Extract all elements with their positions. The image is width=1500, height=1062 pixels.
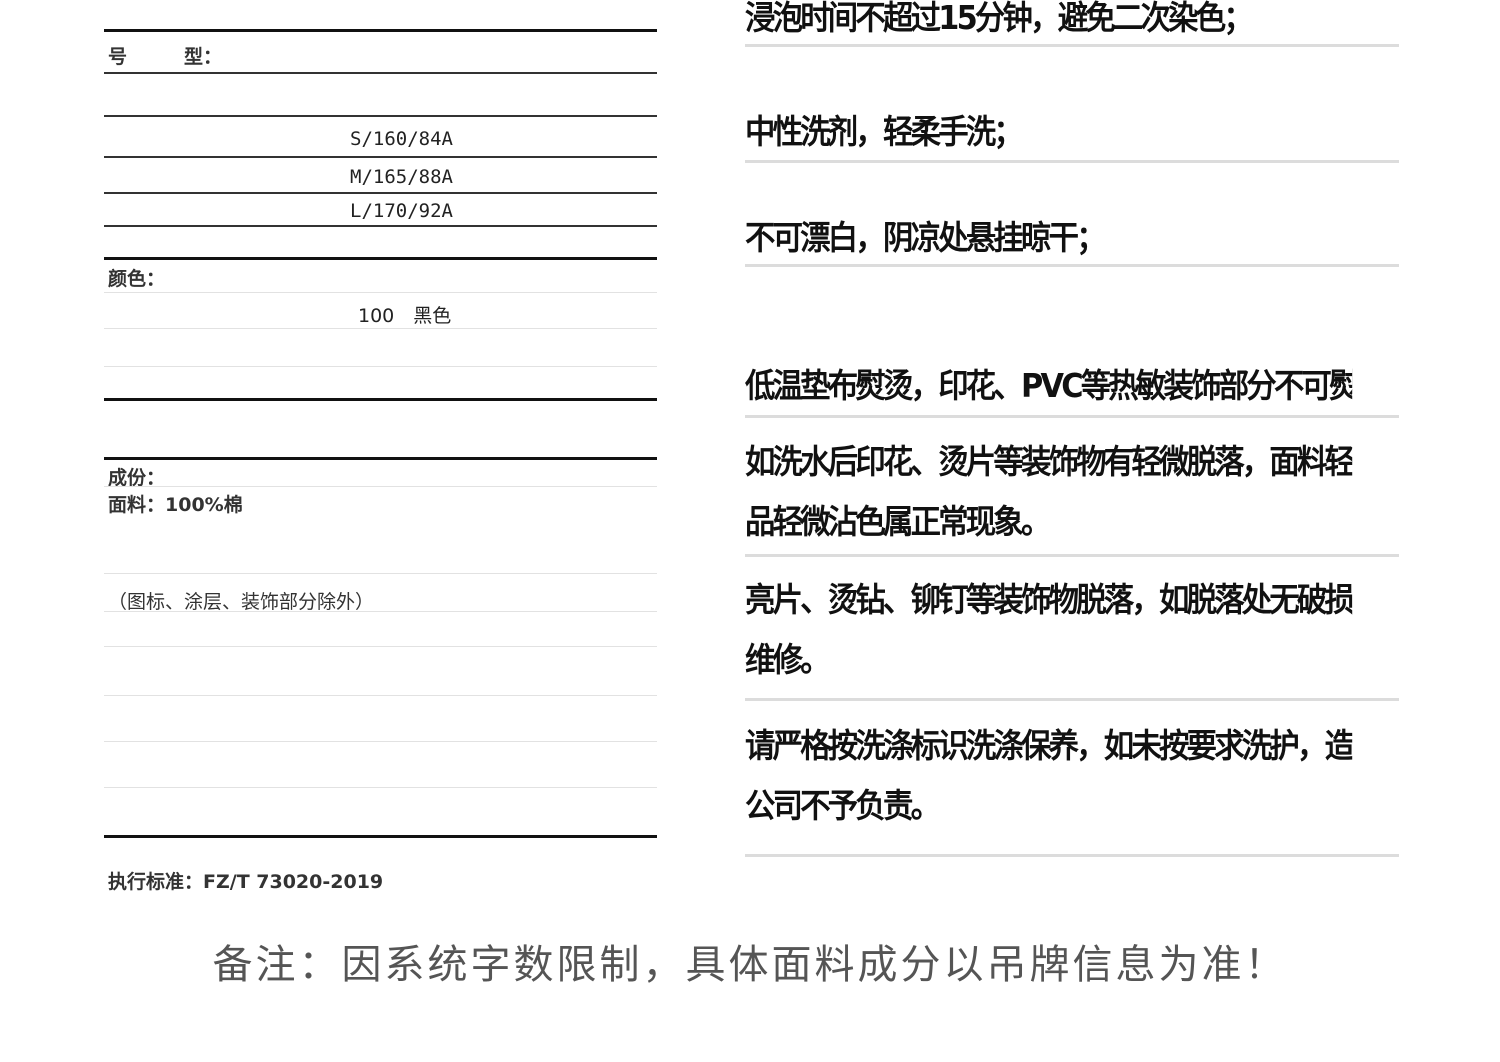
divider — [104, 156, 657, 158]
care-line: 浸泡时间不超过15分钟，避免二次染色； — [745, 0, 1254, 37]
divider — [104, 192, 657, 194]
divider — [104, 835, 657, 838]
divider — [745, 264, 1399, 267]
care-line: 低温垫布熨烫，印花、PVC等热敏装饰部分不可熨烫； — [745, 366, 1353, 405]
care-item: 如洗水后印花、烫片等装饰物有轻微脱落，面料轻微掉色，撞色产 品轻微沾色属正常现象… — [745, 434, 1352, 550]
divider — [104, 457, 657, 460]
divider — [745, 854, 1399, 857]
divider — [104, 257, 657, 260]
care-line: 请严格按洗涤标识洗涤保养，如未按要求洗护，造成的任何损失， — [745, 726, 1353, 765]
divider — [745, 44, 1399, 47]
divider — [104, 225, 657, 227]
divider — [104, 611, 657, 612]
divider — [104, 741, 657, 742]
size-m: M/165/88A — [350, 166, 453, 188]
care-line: 亮片、烫钻、铆钉等装饰物脱落，如脱落处无破损，可返公司免费 — [745, 580, 1353, 619]
care-item: 请严格按洗涤标识洗涤保养，如未按要求洗护，造成的任何损失， 公司不予负责。 — [745, 718, 1352, 834]
divider — [104, 29, 657, 32]
size-s: S/160/84A — [350, 128, 453, 150]
divider — [104, 366, 657, 367]
color-value: 100 黑色 — [358, 305, 452, 327]
divider — [104, 115, 657, 117]
divider — [745, 698, 1399, 701]
model-label: 号 型： — [108, 46, 223, 68]
divider — [104, 328, 657, 329]
care-item: 浸泡时间不超过15分钟，避免二次染色； — [745, 0, 1352, 46]
standard-line: 执行标准：FZ/T 73020-2019 — [108, 871, 384, 893]
divider — [104, 787, 657, 788]
care-line: 如洗水后印花、烫片等装饰物有轻微脱落，面料轻微掉色，撞色产 — [745, 442, 1353, 481]
divider — [104, 72, 657, 74]
care-line: 品轻微沾色属正常现象。 — [745, 502, 1051, 541]
care-line: 中性洗剂，轻柔手洗； — [745, 112, 1024, 151]
care-line: 不可漂白，阴凉处悬挂晾干； — [745, 218, 1107, 257]
divider — [104, 695, 657, 696]
divider — [104, 646, 657, 647]
exclusion-note: （图标、涂层、装饰部分除外） — [108, 591, 375, 613]
care-line: 维修。 — [745, 640, 831, 679]
footer-note: 备注：因系统字数限制，具体面料成分以吊牌信息为准！ — [212, 942, 1288, 988]
care-item: 中性洗剂，轻柔手洗； — [745, 104, 1352, 160]
care-line: 公司不予负责。 — [745, 786, 941, 825]
fabric-line: 面料：100%棉 — [108, 494, 243, 516]
divider — [745, 554, 1399, 557]
care-item: 低温垫布熨烫，印花、PVC等热敏装饰部分不可熨烫； — [745, 358, 1352, 414]
color-label: 颜色： — [108, 268, 166, 290]
care-item: 亮片、烫钻、铆钉等装饰物脱落，如脱落处无破损，可返公司免费 维修。 — [745, 572, 1352, 688]
size-l: L/170/92A — [350, 200, 453, 222]
divider — [104, 573, 657, 574]
divider — [745, 415, 1399, 418]
care-item: 不可漂白，阴凉处悬挂晾干； — [745, 210, 1352, 266]
divider — [104, 292, 657, 293]
divider — [104, 398, 657, 401]
divider — [745, 160, 1399, 163]
divider — [104, 486, 657, 487]
